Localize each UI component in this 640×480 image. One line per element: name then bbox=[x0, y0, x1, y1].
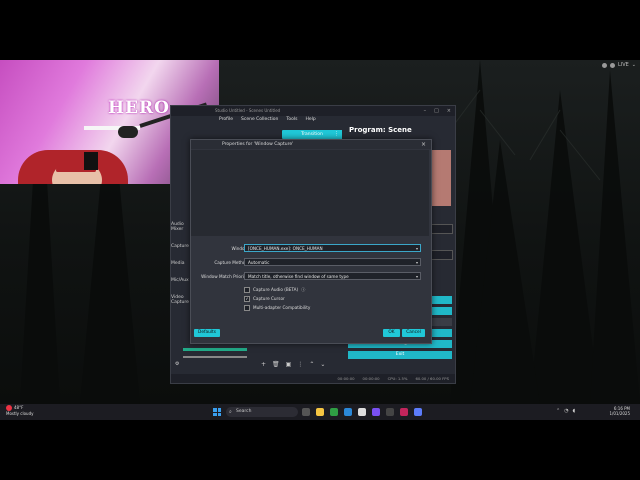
audio-meter bbox=[183, 348, 247, 351]
capture-preview bbox=[191, 150, 429, 236]
defaults-button[interactable]: Defaults bbox=[194, 329, 220, 337]
minimize-icon[interactable]: – bbox=[424, 106, 427, 116]
checkbox-box[interactable] bbox=[244, 286, 250, 293]
chevron-icon[interactable]: ⌄ bbox=[632, 62, 636, 68]
close-icon[interactable]: × bbox=[421, 140, 426, 149]
wifi-icon[interactable]: ◔ bbox=[564, 408, 568, 414]
up-arrow-icon[interactable]: ⌃ bbox=[309, 361, 314, 368]
dialog-titlebar: Properties for 'Window Capture' × bbox=[191, 140, 431, 149]
down-arrow-icon[interactable]: ⌄ bbox=[320, 361, 325, 368]
menu-tools[interactable]: Tools bbox=[286, 116, 297, 124]
chevron-down-icon: ▾ bbox=[415, 274, 418, 279]
priority-row: Window Match Priority Match title, other… bbox=[191, 272, 431, 281]
top-right-indicator: LIVE ⌄ bbox=[601, 61, 636, 69]
phone bbox=[84, 152, 98, 170]
fps-readout: 60.00 / 60.00 FPS bbox=[415, 376, 449, 381]
capture-method-select[interactable]: Automatic ▾ bbox=[244, 258, 421, 266]
dialog-title: Properties for 'Window Capture' bbox=[222, 142, 294, 147]
capture-cursor-label: Capture Cursor bbox=[253, 296, 285, 301]
xbox-icon[interactable] bbox=[330, 408, 338, 416]
taskbar: 48°F Mostly cloudy ⌕ Search ⌃ ◔ ◖ 6:16 P… bbox=[0, 404, 640, 420]
maximize-icon[interactable]: □ bbox=[434, 106, 439, 116]
record-dot-icon bbox=[601, 62, 607, 68]
window-value: [ONCE_HUMAN.exe]: ONCE_HUMAN bbox=[248, 246, 323, 251]
ok-button[interactable]: OK bbox=[383, 329, 400, 337]
windows-start-icon[interactable] bbox=[213, 408, 221, 416]
priority-select[interactable]: Match title, otherwise find window of sa… bbox=[244, 272, 421, 280]
obs-menu: Profile Scene Collection Tools Help bbox=[171, 116, 455, 124]
menu-help[interactable]: Help bbox=[306, 116, 316, 124]
program-label: Program: Scene bbox=[349, 126, 412, 134]
menu-scene-collection[interactable]: Scene Collection bbox=[241, 116, 278, 124]
volume-icon[interactable]: ◖ bbox=[573, 408, 576, 414]
clock-date: 1/01/2025 bbox=[609, 411, 630, 416]
cancel-button[interactable]: Cancel bbox=[402, 329, 425, 337]
add-icon[interactable]: + bbox=[261, 361, 266, 368]
file-explorer-icon[interactable] bbox=[316, 408, 324, 416]
multi-adapter-label: Multi-adapter Compatibility bbox=[253, 305, 311, 310]
taskbar-apps bbox=[302, 408, 422, 416]
checkbox-box[interactable] bbox=[244, 304, 250, 311]
scene-tools: ⚙ bbox=[175, 361, 179, 367]
chevron-down-icon: ▾ bbox=[415, 260, 418, 265]
obs-taskbar-icon[interactable] bbox=[386, 408, 394, 416]
weather-text: Mostly cloudy bbox=[6, 411, 34, 416]
obs-title: Studio Untitled - Scenes Untitled bbox=[215, 108, 281, 113]
volume-slider[interactable] bbox=[183, 356, 247, 358]
status-bar: 00:00:00 00:00:00 CPU: 1.5% 60.00 / 60.0… bbox=[171, 374, 455, 383]
multi-adapter-checkbox[interactable]: Multi-adapter Compatibility bbox=[244, 304, 310, 311]
record-time: 00:00:00 bbox=[362, 376, 380, 381]
capture-method-label: Capture Method bbox=[214, 260, 248, 265]
window-row: Window [ONCE_HUMAN.exe]: ONCE_HUMAN ▾ bbox=[191, 244, 431, 253]
store-icon[interactable] bbox=[358, 408, 366, 416]
edge-icon[interactable] bbox=[344, 408, 352, 416]
cpu-usage: CPU: 1.5% bbox=[387, 376, 408, 381]
exit-button[interactable]: Exit bbox=[348, 351, 452, 359]
clock[interactable]: 6:16 PM 1/01/2025 bbox=[609, 406, 630, 416]
filter-icon[interactable]: ▣ bbox=[286, 361, 292, 368]
camera-dot-icon bbox=[609, 62, 615, 68]
letterbox-bottom bbox=[0, 420, 640, 480]
search-box[interactable]: ⌕ Search bbox=[226, 407, 298, 417]
discord-icon[interactable] bbox=[414, 408, 422, 416]
capture-audio-label: Capture Audio (BETA) bbox=[253, 287, 299, 292]
properties-dialog: Properties for 'Window Capture' × Window… bbox=[190, 139, 432, 344]
desktop: LIVE ⌄ HERO Studio Untitled - Scenes Unt… bbox=[0, 0, 640, 480]
settings-gear-icon[interactable]: ⚙ bbox=[175, 361, 179, 367]
live-label: LIVE bbox=[617, 62, 629, 68]
capture-method-row: Capture Method Automatic ▾ bbox=[191, 258, 431, 267]
priority-value: Match title, otherwise find window of sa… bbox=[248, 274, 349, 279]
microphone-icon bbox=[118, 126, 138, 138]
capture-audio-checkbox[interactable]: Capture Audio (BETA) ⓘ bbox=[244, 286, 305, 293]
transition-gear-icon[interactable]: ⋮ bbox=[331, 130, 342, 139]
source-tools: + 🗑 ▣ ⋮ ⌃ ⌄ bbox=[261, 361, 325, 368]
chevron-down-icon: ▾ bbox=[415, 246, 418, 251]
search-placeholder: Search bbox=[236, 409, 252, 414]
chevron-up-icon[interactable]: ⌃ bbox=[556, 408, 560, 414]
weather-temp: 48°F bbox=[14, 405, 24, 410]
app-icon[interactable] bbox=[400, 408, 408, 416]
weather-widget[interactable]: 48°F Mostly cloudy bbox=[6, 405, 34, 416]
obs-titlebar: Studio Untitled - Scenes Untitled – □ × bbox=[171, 106, 455, 116]
more-icon[interactable]: ⋮ bbox=[297, 361, 303, 368]
system-tray: ⌃ ◔ ◖ bbox=[556, 408, 575, 414]
teams-icon[interactable] bbox=[372, 408, 380, 416]
program-preview bbox=[429, 150, 451, 206]
menu-profile[interactable]: Profile bbox=[219, 116, 233, 124]
search-icon: ⌕ bbox=[229, 409, 232, 415]
close-icon[interactable]: × bbox=[447, 106, 451, 116]
trash-icon[interactable]: 🗑 bbox=[272, 361, 280, 368]
help-icon: ⓘ bbox=[301, 286, 306, 292]
priority-label: Window Match Priority bbox=[201, 274, 248, 279]
stream-time: 00:00:00 bbox=[337, 376, 355, 381]
checkbox-box-checked[interactable]: ✓ bbox=[244, 295, 250, 302]
window-select[interactable]: [ONCE_HUMAN.exe]: ONCE_HUMAN ▾ bbox=[244, 244, 421, 252]
hero-sign: HERO bbox=[108, 98, 170, 118]
capture-method-value: Automatic bbox=[248, 260, 270, 265]
capture-cursor-checkbox[interactable]: ✓ Capture Cursor bbox=[244, 295, 285, 302]
task-view-icon[interactable] bbox=[302, 408, 310, 416]
